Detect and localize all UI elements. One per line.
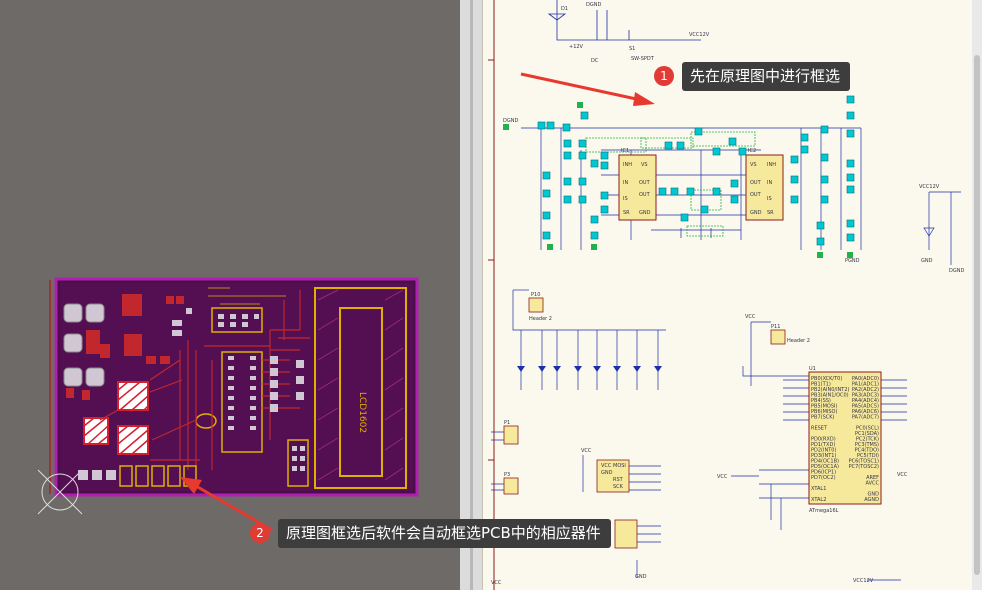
vcc12-label: VCC12V: [689, 32, 710, 38]
pgnd-label: PGND: [845, 258, 860, 264]
svg-text:OUT: OUT: [639, 192, 651, 198]
switch-label: SW-SPDT: [631, 56, 655, 62]
svg-text:VS: VS: [750, 162, 757, 168]
svg-text:OUT: OUT: [750, 192, 762, 198]
svg-text:SR: SR: [767, 210, 774, 216]
header-p10: Header 2: [529, 316, 552, 322]
pcb-view-pane[interactable]: LCD1602: [0, 0, 460, 590]
vcc12-label-bottom: VCC12V: [853, 578, 874, 584]
svg-text:D1: D1: [561, 6, 568, 12]
mcu-pin-label: XTAL2: [811, 497, 826, 503]
annotation-callout-1: 先在原理图中进行框选: [682, 62, 851, 91]
mcu-pin-label: PD7(OC2): [811, 475, 836, 481]
svg-text:GND: GND: [750, 210, 762, 216]
svg-text:+12V: +12V: [569, 44, 584, 50]
isp-pin-sck: SCK: [613, 484, 624, 490]
svg-text:DGND: DGND: [949, 268, 964, 274]
gnd-label-right: GND: [921, 258, 933, 264]
vcc12-label-2: VCC12V: [919, 184, 940, 190]
mcu-pin-label: PC7(TOSC2): [849, 464, 879, 470]
svg-text:OUT: OUT: [750, 180, 762, 186]
mcu-pin-label: PA7(ADC7): [852, 415, 879, 421]
svg-text:OUT: OUT: [639, 180, 651, 186]
vcc-label-bottom: VCC: [491, 580, 502, 586]
lcd-label: LCD1602: [357, 392, 367, 433]
isp-pin-gnd: GND: [601, 470, 613, 476]
u1-label: U1: [809, 366, 816, 372]
svg-text:GND: GND: [639, 210, 651, 216]
svg-text:IS: IS: [623, 196, 628, 202]
pane-splitter-line: [470, 0, 473, 590]
vcc-label-reset: VCC: [717, 474, 728, 480]
ic2-label: IC2: [748, 148, 756, 154]
isp-pin-vcc: VCC: [601, 463, 612, 469]
header-p11: Header 2: [787, 338, 810, 344]
svg-text:IN: IN: [767, 180, 772, 186]
p10-label: P10: [531, 292, 540, 298]
mcu-pin-label: PB7(SCK): [811, 415, 835, 421]
svg-text:DGND: DGND: [586, 2, 601, 8]
svg-text:INH: INH: [767, 162, 776, 168]
svg-text:IS: IS: [767, 196, 772, 202]
ic1-label: IC1: [621, 148, 629, 154]
mcu-pin-label: XTAL1: [811, 486, 826, 492]
vcc-label-p11: VCC: [745, 314, 756, 320]
svg-text:S1: S1: [629, 46, 635, 52]
mcu-pin-label: RESET: [811, 426, 828, 432]
svg-text:VS: VS: [641, 162, 648, 168]
dgnd-label: DGND: [503, 118, 518, 124]
svg-text:SR: SR: [623, 210, 630, 216]
annotation-badge-1: 1: [654, 66, 674, 86]
svg-text:INH: INH: [623, 162, 632, 168]
isp-pin-mosi: MOSI: [613, 463, 626, 469]
gnd-label-bottom: GND: [635, 574, 647, 580]
vertical-scrollbar-thumb[interactable]: [974, 55, 980, 575]
isp-pin-rst: RST: [613, 477, 624, 483]
mcu-pin-label: AGND: [864, 497, 879, 503]
p3-label: P3: [504, 472, 510, 478]
annotation-badge-2: 2: [250, 523, 270, 543]
pcb-board-drawing[interactable]: LCD1602: [0, 0, 460, 590]
annotation-callout-2: 原理图框选后软件会自动框选PCB中的相应器件: [278, 519, 611, 548]
p11-label: P11: [771, 324, 780, 330]
mcu-part-label: ATmega16L: [809, 508, 839, 514]
vcc-label-isp: VCC: [581, 448, 592, 454]
svg-text:IN: IN: [623, 180, 628, 186]
mcu-pin-label: AVCC: [865, 481, 879, 487]
p1-label: P1: [504, 420, 510, 426]
svg-text:DC: DC: [591, 58, 599, 64]
vcc-label-mcu: VCC: [897, 472, 908, 478]
